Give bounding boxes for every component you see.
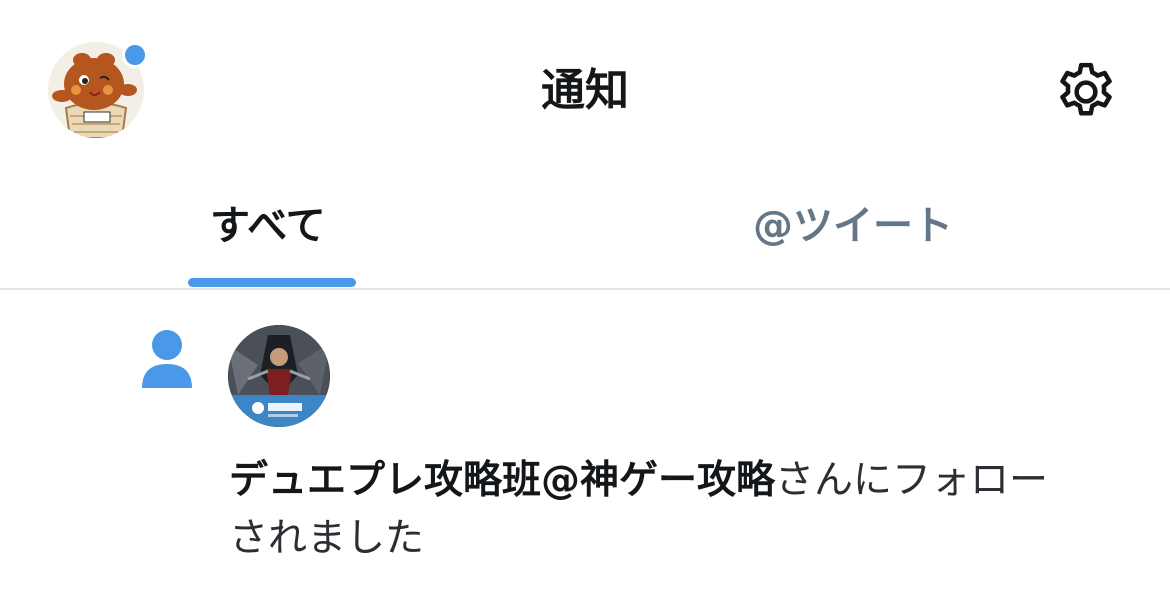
page-title: 通知 xyxy=(541,65,629,116)
tab-mentions-label: @ツイート xyxy=(753,203,953,249)
follower-avatar[interactable] xyxy=(228,325,330,427)
notifications-screen: 通知 すべて @ツイート デュエプレ攻略班@神ゲー攻略さんにフォロー されました xyxy=(0,0,1170,591)
game-guide-avatar-icon xyxy=(228,325,330,427)
person-follow-icon xyxy=(138,328,196,388)
notification-item[interactable]: デュエプレ攻略班@神ゲー攻略さんにフォロー されました xyxy=(0,290,1170,591)
gear-icon xyxy=(1060,62,1112,116)
notification-tabs: すべて @ツイート xyxy=(0,180,1170,288)
settings-button[interactable] xyxy=(1052,58,1120,126)
tab-mentions[interactable]: @ツイート xyxy=(540,180,1170,288)
action-text-line2: されました xyxy=(229,516,425,561)
tab-all[interactable]: すべて xyxy=(0,180,540,288)
tab-all-label: すべて xyxy=(210,203,326,249)
header: 通知 xyxy=(0,0,1170,180)
action-text-line1: さんにフォロー xyxy=(775,458,1049,503)
notification-text: デュエプレ攻略班@神ゲー攻略さんにフォロー されました xyxy=(229,452,1129,568)
actor-name[interactable]: デュエプレ攻略班@神ゲー攻略 xyxy=(229,458,775,503)
tab-selected-indicator xyxy=(188,278,356,287)
